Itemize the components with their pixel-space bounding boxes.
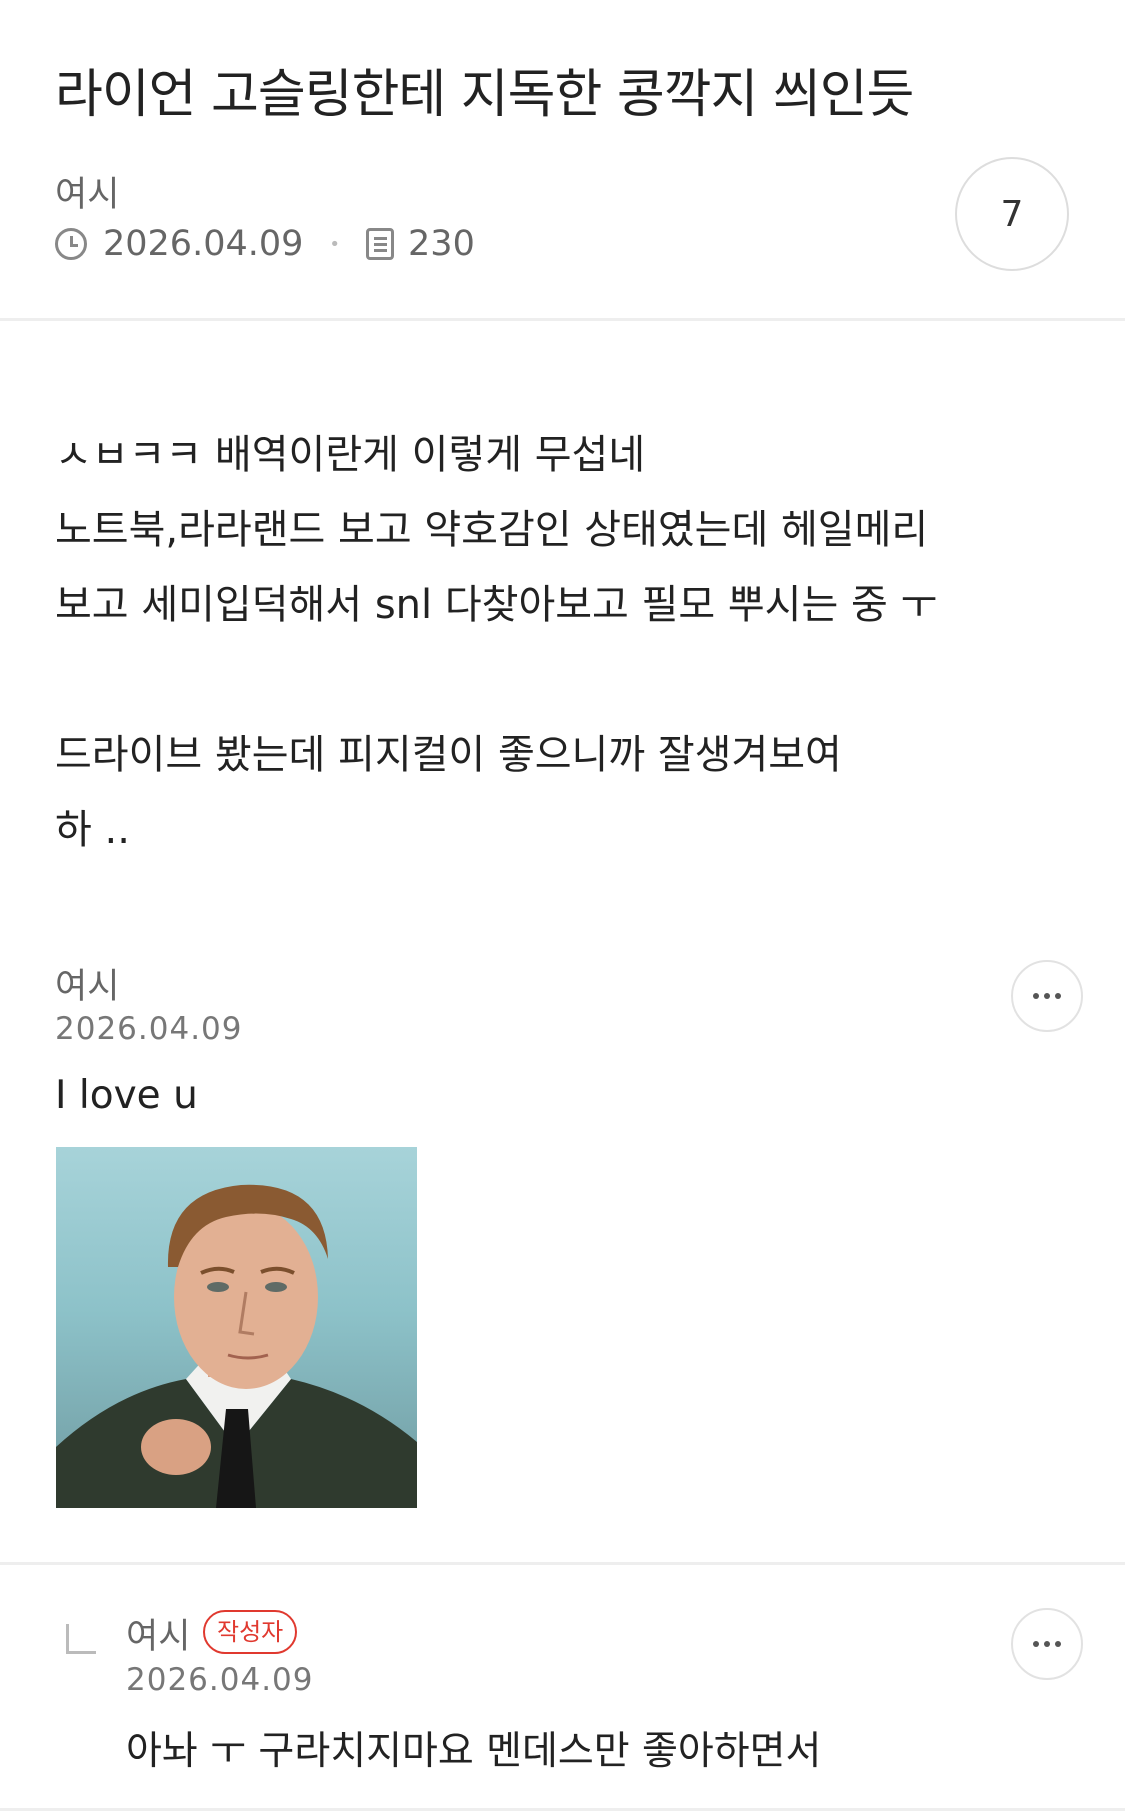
reply-text: 아놔 ㅜ 구라치지마요 멘데스만 좋아하면서	[126, 1729, 822, 1774]
author-badge: 작성자	[203, 1610, 298, 1654]
comment-count-button[interactable]: 7	[955, 157, 1069, 271]
post-meta: 2026.04.09 • 230	[55, 224, 475, 264]
more-icon[interactable]	[1011, 1608, 1083, 1680]
reply-arrow-icon	[66, 1624, 96, 1654]
comment-author[interactable]: 여시	[55, 958, 119, 1009]
post-page: 라이언 고슬링한테 지독한 콩깍지 씌인듯 여시 2026.04.09 • 23…	[0, 0, 1125, 1818]
clock-icon	[55, 228, 87, 260]
reply-author[interactable]: 여시	[126, 1608, 190, 1659]
bottom-divider	[0, 1808, 1125, 1811]
reply-date: 2026.04.09	[126, 1662, 314, 1698]
post-author[interactable]: 여시	[55, 166, 119, 217]
more-icon[interactable]	[1011, 960, 1083, 1032]
comment-photo[interactable]	[56, 1147, 417, 1508]
post-views: 230	[408, 224, 475, 264]
post-title: 라이언 고슬링한테 지독한 콩깍지 씌인듯	[55, 65, 914, 125]
header-divider	[0, 318, 1125, 321]
comment-divider	[0, 1562, 1125, 1565]
post-date: 2026.04.09	[103, 224, 304, 264]
post-body: ㅅㅂㅋㅋ 배역이란게 이렇게 무섭네 노트북,라라랜드 보고 약호감인 상태였는…	[55, 432, 938, 853]
comment-text: I love u	[55, 1073, 198, 1118]
meta-separator: •	[329, 233, 341, 255]
portrait-image	[56, 1184, 417, 1508]
document-icon	[366, 228, 395, 260]
comment-date: 2026.04.09	[55, 1011, 243, 1047]
